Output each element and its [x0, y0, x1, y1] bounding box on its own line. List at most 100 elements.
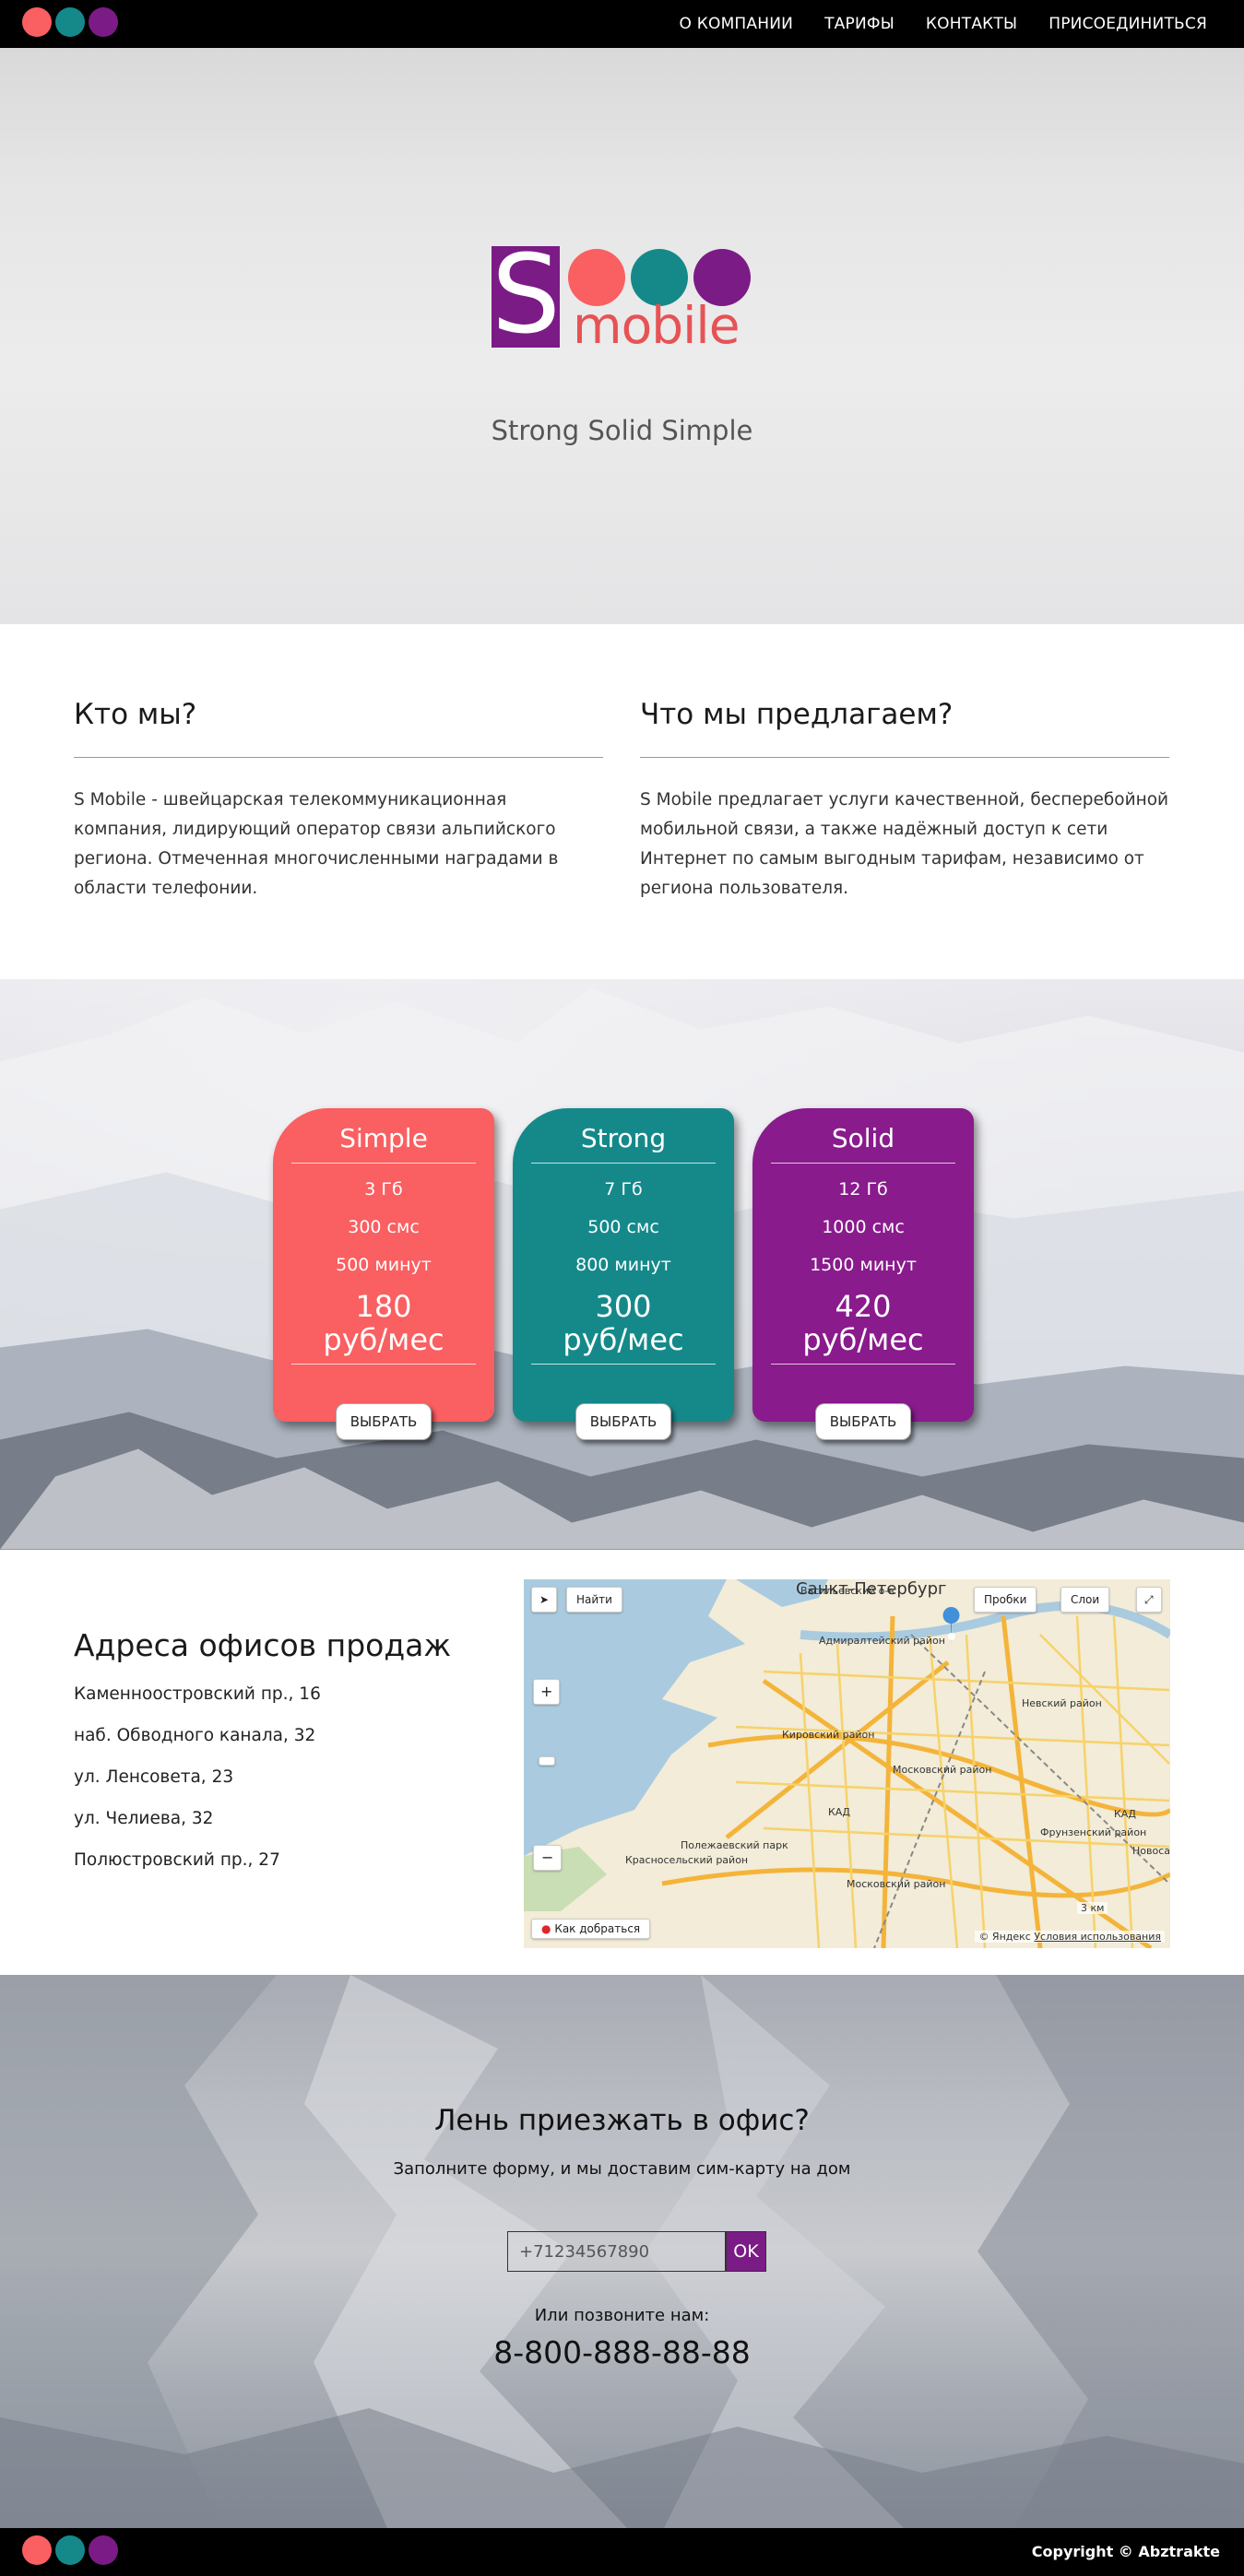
about-offer-column: Что мы предлагаем? S Mobile предлагает у…	[640, 698, 1169, 904]
map-find-button[interactable]: Найти	[566, 1587, 622, 1613]
purple-circle-icon	[89, 2535, 118, 2565]
tariff-minutes: 500 минут	[336, 1255, 432, 1275]
cta-phone-number[interactable]: 8-800-888-88-88	[0, 2334, 1244, 2370]
map-district-label: Полежаевский парк	[681, 1839, 788, 1851]
nav-link-contacts[interactable]: КОНТАКТЫ	[926, 15, 1017, 33]
about-who-column: Кто мы? S Mobile - швейцарская телекомму…	[74, 698, 603, 904]
tariff-sms: 1000 смс	[822, 1217, 905, 1237]
tariff-card-strong: Strong 7 Гб 500 смс 800 минут 300 руб/ме…	[513, 1108, 734, 1440]
divider	[531, 1364, 716, 1365]
footer: Copyright © Abztrakte	[0, 2528, 1244, 2576]
about-section: Кто мы? S Mobile - швейцарская телекомму…	[0, 624, 1244, 979]
map-district-label: Невский район	[1022, 1697, 1102, 1709]
map-district-label: Васильевский о-в	[800, 1585, 894, 1597]
tariff-price: 420	[835, 1289, 892, 1324]
select-simple-button[interactable]: ВЫБРАТЬ	[336, 1403, 432, 1440]
tariff-minutes: 1500 минут	[810, 1255, 917, 1275]
map-district-label: Кировский район	[782, 1729, 875, 1741]
about-offer-text: S Mobile предлагает услуги качественной,…	[640, 790, 1169, 898]
map-district-label: КАД	[1114, 1808, 1136, 1820]
map-district-label: Московский район	[893, 1764, 992, 1776]
map-terms-link[interactable]: Условия использования	[1034, 1931, 1161, 1943]
tariff-price-unit: руб/мес	[563, 1322, 684, 1357]
map-scale: 3 км	[1077, 1902, 1108, 1914]
office-address: Каменноостровский пр., 16	[74, 1684, 321, 1704]
tariff-card-solid: Solid 12 Гб 1000 смс 1500 минут 420 руб/…	[752, 1108, 974, 1440]
brand-dots-logo[interactable]	[22, 7, 118, 37]
map-district-label: Красносельский район	[625, 1854, 749, 1866]
map-district-label: Новосаратовка	[1132, 1845, 1170, 1857]
nav-link-about[interactable]: О КОМПАНИИ	[680, 15, 794, 33]
offices-section: Адреса офисов продаж Каменноостровский п…	[0, 1550, 1244, 1975]
logo-letter: S	[492, 230, 561, 358]
tariff-name: Strong	[580, 1123, 667, 1153]
logo-word: mobile	[573, 296, 740, 355]
hero-section: S mobile Strong Solid Simple	[0, 48, 1244, 624]
submit-phone-button[interactable]: OK	[726, 2231, 766, 2272]
map-district-label: Фрунзенский район	[1040, 1826, 1147, 1838]
divider	[531, 1163, 716, 1164]
zoom-out-button[interactable]: −	[533, 1845, 563, 1871]
tariff-data: 7 Гб	[604, 1179, 643, 1199]
hero-tagline: Strong Solid Simple	[491, 415, 753, 446]
smobile-logo: S mobile	[492, 230, 752, 358]
map-copyright-text: © Яндекс	[978, 1931, 1031, 1943]
tariffs-section: Simple 3 Гб 300 смс 500 минут 180 руб/ме…	[0, 979, 1244, 1550]
cta-call-text: Или позвоните нам:	[534, 2306, 710, 2325]
tariff-sms: 300 смс	[348, 1217, 420, 1237]
select-solid-button[interactable]: ВЫБРАТЬ	[815, 1403, 911, 1440]
map-layers-button[interactable]: Слои	[1060, 1587, 1110, 1613]
tariff-price: 180	[355, 1289, 412, 1324]
office-address: ул. Челиева, 32	[74, 1809, 214, 1828]
zoom-slider-handle[interactable]	[539, 1756, 555, 1766]
top-navbar: О КОМПАНИИ ТАРИФЫ КОНТАКТЫ ПРИСОЕДИНИТЬС…	[0, 0, 1244, 48]
nav-link-join[interactable]: ПРИСОЕДИНИТЬСЯ	[1049, 15, 1207, 33]
nav-link-tariffs[interactable]: ТАРИФЫ	[824, 15, 894, 33]
tariff-price: 300	[595, 1289, 652, 1324]
map-route-label: Как добраться	[554, 1922, 641, 1935]
tariff-card-simple: Simple 3 Гб 300 смс 500 минут 180 руб/ме…	[273, 1108, 494, 1440]
tariff-sms: 500 смс	[587, 1217, 659, 1237]
footer-brand-dots[interactable]	[22, 2535, 118, 2565]
about-who-title: Кто мы?	[74, 698, 197, 731]
coral-circle-icon	[22, 2535, 52, 2565]
coral-circle-icon	[22, 7, 52, 37]
map-district-label: КАД	[828, 1806, 850, 1818]
geolocation-icon[interactable]: ➤	[531, 1587, 558, 1613]
purple-circle-icon	[89, 7, 118, 37]
map-district-label: Московский район	[847, 1878, 946, 1890]
divider	[771, 1364, 955, 1365]
tariff-price-unit: руб/мес	[323, 1322, 444, 1357]
map-route-button[interactable]: ● Как добраться	[531, 1919, 651, 1939]
offices-title: Адреса офисов продаж	[74, 1627, 452, 1663]
teal-circle-icon	[55, 2535, 85, 2565]
about-offer-title: Что мы предлагаем?	[640, 698, 954, 731]
office-address: Полюстровский пр., 27	[74, 1850, 280, 1870]
tariff-name: Simple	[339, 1123, 428, 1153]
fullscreen-icon[interactable]: ⤢	[1136, 1587, 1162, 1613]
map-traffic-button[interactable]: Пробки	[974, 1587, 1037, 1613]
tariff-minutes: 800 минут	[575, 1255, 671, 1275]
zoom-in-button[interactable]: +	[533, 1679, 561, 1705]
divider	[74, 757, 603, 758]
cta-subtitle: Заполните форму, и мы доставим сим-карту…	[393, 2159, 851, 2179]
phone-input[interactable]	[507, 2231, 726, 2272]
divider	[640, 757, 1169, 758]
office-address: ул. Ленсовета, 23	[74, 1767, 234, 1787]
office-address: наб. Обводного канала, 32	[74, 1726, 316, 1745]
footer-copyright: Copyright © Abztrakte	[1031, 2543, 1220, 2560]
map-copyright: © Яндекс Условия использования	[975, 1931, 1165, 1943]
offices-list: Каменноостровский пр., 16 наб. Обводного…	[74, 1684, 321, 1892]
yandex-map[interactable]: Санкт-Петербург Васильевский о-в Адмирал…	[524, 1579, 1170, 1948]
tariff-name: Solid	[831, 1123, 895, 1153]
divider	[771, 1163, 955, 1164]
nav-links: О КОМПАНИИ ТАРИФЫ КОНТАКТЫ ПРИСОЕДИНИТЬС…	[680, 0, 1207, 48]
tariff-data: 3 Гб	[364, 1179, 403, 1199]
tariff-data: 12 Гб	[838, 1179, 888, 1199]
about-who-text: S Mobile - швейцарская телекоммуникацион…	[74, 790, 559, 898]
tariff-price-unit: руб/мес	[802, 1322, 924, 1357]
select-strong-button[interactable]: ВЫБРАТЬ	[575, 1403, 671, 1440]
map-pin-icon: ●	[541, 1922, 551, 1935]
teal-circle-icon	[55, 7, 85, 37]
callback-section: Лень приезжать в офис? Заполните форму, …	[0, 1975, 1244, 2528]
